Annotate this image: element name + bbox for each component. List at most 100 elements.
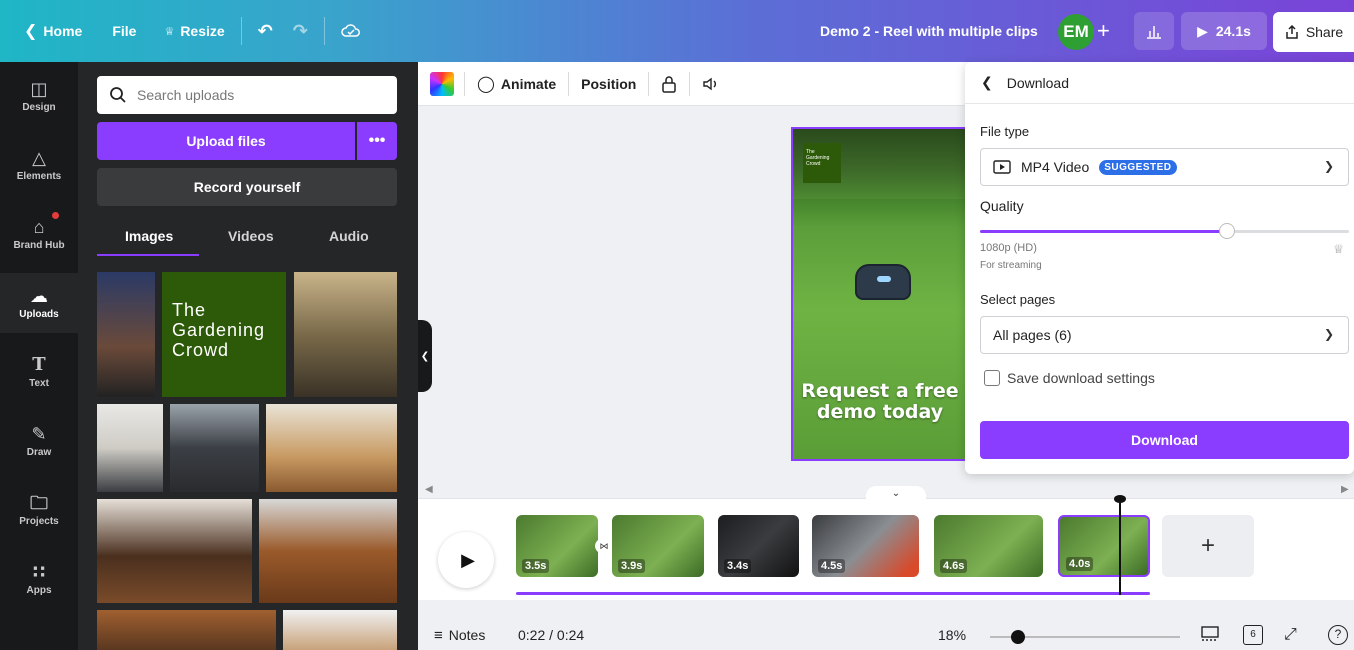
file-type-label: File type — [980, 124, 1030, 139]
upload-thumbnail[interactable] — [97, 272, 155, 397]
mower-light — [877, 276, 891, 282]
position-button[interactable]: Position — [569, 76, 648, 92]
tab-images[interactable]: Images — [125, 228, 173, 244]
fullscreen-button[interactable]: ⤢ — [1284, 626, 1297, 644]
playhead-handle[interactable] — [1114, 495, 1126, 503]
add-collaborator-button[interactable]: + — [1097, 20, 1110, 42]
back-chevron-icon[interactable]: ❮ — [981, 74, 993, 91]
animate-button[interactable]: ◯ Animate — [465, 74, 568, 94]
text-icon: T — [32, 353, 46, 375]
help-button[interactable]: ? — [1328, 625, 1348, 645]
lock-button[interactable] — [649, 75, 689, 93]
timeline-clip[interactable]: 4.6s — [934, 515, 1043, 577]
redo-button[interactable]: ↷ — [283, 11, 318, 51]
upload-thumbnail[interactable] — [170, 404, 259, 492]
animate-icon: ◯ — [477, 75, 495, 93]
present-button[interactable]: ▶ 24.1s — [1181, 12, 1267, 50]
download-button[interactable]: Download — [980, 421, 1349, 459]
file-menu-button[interactable]: File — [102, 11, 146, 51]
side-rail: ◫ Design △ Elements ⌂ Brand Hub ☁ Upload… — [0, 62, 78, 650]
divider — [240, 17, 242, 45]
quality-slider-knob[interactable] — [1219, 223, 1236, 239]
tile-line: The — [172, 300, 207, 320]
timeline-play-button[interactable]: ▶ — [438, 532, 494, 588]
clip-duration: 3.4s — [724, 559, 752, 573]
rail-item-brand-hub[interactable]: ⌂ Brand Hub — [0, 204, 78, 264]
timeline-clip[interactable]: 4.5s — [812, 515, 919, 577]
share-button[interactable]: Share — [1273, 12, 1354, 52]
promo-text[interactable]: Request a free demo today — [799, 381, 961, 423]
search-input[interactable] — [137, 87, 377, 103]
upload-thumbnail-gardening-logo[interactable]: The Gardening Crowd — [162, 272, 286, 397]
rail-item-elements[interactable]: △ Elements — [0, 135, 78, 195]
undo-button[interactable]: ↶ — [248, 11, 283, 51]
upload-more-button[interactable]: ••• — [357, 122, 397, 160]
page-count-button[interactable]: 6 — [1243, 625, 1263, 645]
download-header: ❮ Download — [965, 62, 1354, 104]
timeline-clip[interactable]: 3.9s — [612, 515, 704, 577]
save-settings-label[interactable]: Save download settings — [1007, 370, 1155, 386]
rail-label: Text — [29, 377, 49, 389]
color-picker-button[interactable] — [418, 71, 464, 96]
resize-button[interactable]: ♕ Resize — [154, 11, 234, 51]
clip-duration: 3.9s — [618, 559, 646, 573]
home-button[interactable]: ❮ Home — [14, 11, 92, 51]
upload-thumbnail[interactable] — [97, 499, 252, 603]
timeline-clip-selected[interactable]: 4.0s — [1058, 515, 1150, 577]
user-avatar[interactable]: EM — [1058, 14, 1094, 50]
record-yourself-button[interactable]: Record yourself — [97, 168, 397, 206]
clip-duration: 3.5s — [522, 559, 550, 573]
divider — [323, 17, 325, 45]
rail-item-uploads[interactable]: ☁ Uploads — [0, 273, 78, 333]
download-title: Download — [1006, 74, 1069, 91]
resize-label: Resize — [180, 23, 225, 39]
quality-slider[interactable] — [980, 223, 1349, 239]
upload-thumbnail[interactable] — [266, 404, 397, 492]
save-settings-checkbox[interactable] — [984, 370, 1000, 386]
file-type-select[interactable]: MP4 Video SUGGESTED ❯ — [980, 148, 1349, 186]
cloud-sync-button[interactable] — [331, 11, 371, 51]
upload-thumbnail[interactable] — [97, 610, 276, 650]
timeline-clip[interactable]: 3.4s — [718, 515, 799, 577]
notes-button[interactable]: ≡ Notes — [434, 627, 485, 644]
brand-logo[interactable]: The Gardening Crowd — [803, 143, 841, 183]
rail-item-projects[interactable]: 🗀 Projects — [0, 480, 78, 540]
zoom-slider-knob[interactable] — [1011, 630, 1025, 644]
shapes-icon: △ — [32, 147, 46, 168]
design-title[interactable]: Demo 2 - Reel with multiple clips — [820, 0, 1038, 62]
rail-item-apps[interactable]: ∷ Apps — [0, 549, 78, 609]
tab-audio[interactable]: Audio — [329, 228, 369, 244]
pages-select[interactable]: All pages (6) ❯ — [980, 316, 1349, 354]
robot-mower-image[interactable] — [855, 264, 911, 300]
upload-thumbnail[interactable] — [294, 272, 397, 397]
timeline-collapse-button[interactable]: ⌄ — [866, 486, 926, 502]
chevron-down-icon: ⌄ — [891, 488, 901, 499]
scroll-right-icon[interactable]: ▶ — [1341, 484, 1349, 495]
insights-button[interactable] — [1134, 12, 1174, 50]
pages-view-button[interactable] — [1201, 626, 1219, 645]
collapse-panel-button[interactable]: ❮ — [418, 320, 432, 392]
add-page-button[interactable]: + — [1162, 515, 1254, 577]
play-icon: ▶ — [461, 549, 475, 570]
timeline-clip[interactable]: 3.5s — [516, 515, 598, 577]
upload-thumbnail[interactable] — [283, 610, 397, 650]
scroll-left-icon[interactable]: ◀ — [425, 484, 433, 495]
design-page[interactable]: The Gardening Crowd Request a free demo … — [791, 127, 969, 461]
tile-line: Gardening — [172, 320, 266, 340]
search-box[interactable] — [97, 76, 397, 114]
rail-item-draw[interactable]: ✎ Draw — [0, 411, 78, 471]
volume-button[interactable] — [690, 76, 732, 92]
upload-files-button[interactable]: Upload files — [97, 122, 355, 160]
rail-label: Elements — [16, 170, 62, 182]
transition-button[interactable]: ⋈ — [595, 538, 613, 554]
tab-underline — [97, 254, 199, 256]
zoom-value[interactable]: 18% — [938, 627, 966, 643]
upload-thumbnail[interactable] — [259, 499, 397, 603]
tab-videos[interactable]: Videos — [228, 228, 274, 244]
rail-item-design[interactable]: ◫ Design — [0, 66, 78, 126]
playhead[interactable] — [1119, 500, 1121, 595]
uploads-panel: Upload files ••• Record yourself Images … — [78, 62, 418, 650]
playback-time: 0:22 / 0:24 — [518, 627, 585, 643]
rail-item-text[interactable]: T Text — [0, 342, 78, 402]
upload-thumbnail[interactable] — [97, 404, 163, 492]
